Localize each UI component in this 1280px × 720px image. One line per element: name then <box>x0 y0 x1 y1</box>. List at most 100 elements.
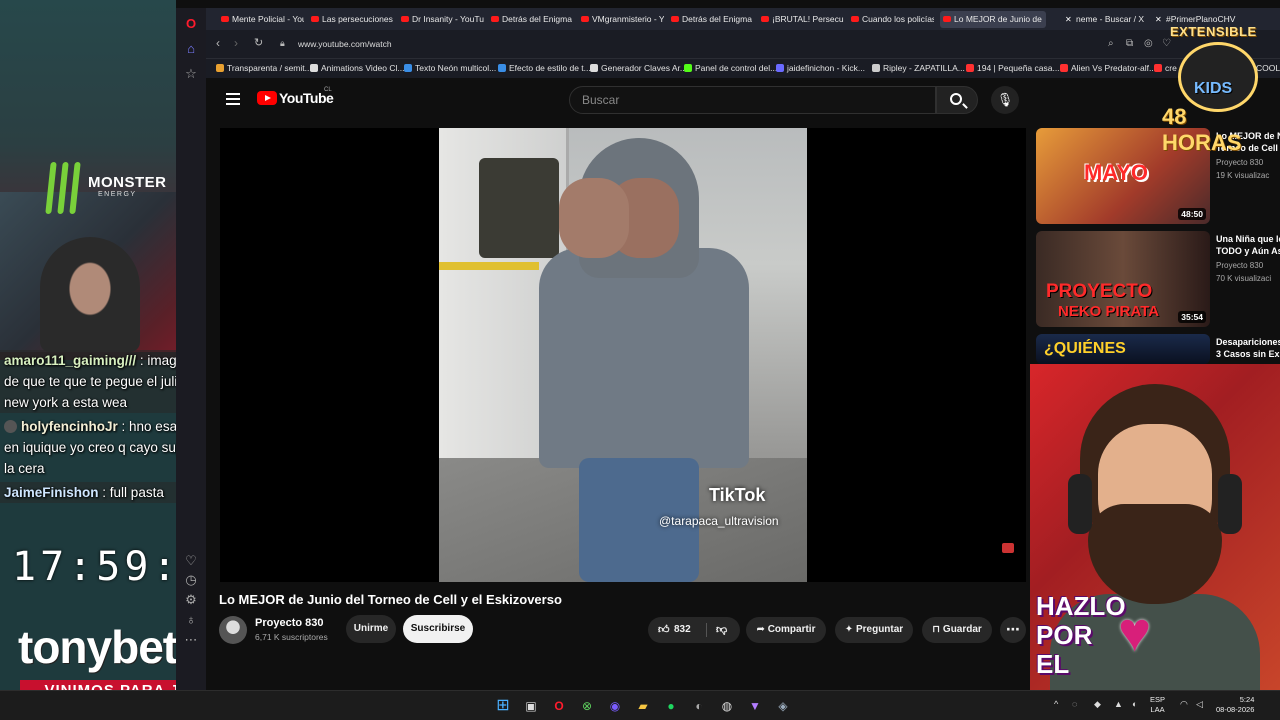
camera-icon[interactable]: ◎ <box>1144 38 1153 49</box>
reload-icon[interactable]: ↻ <box>254 36 263 49</box>
tab[interactable]: Mente Policial - YouT <box>218 11 304 28</box>
forward-icon[interactable]: › <box>234 36 238 50</box>
thumbs-down-icon[interactable]: 👎︎ <box>716 617 727 643</box>
share-page-icon[interactable]: ⧉ <box>1126 38 1133 49</box>
spotify-icon[interactable]: ● <box>662 697 680 715</box>
wifi-icon[interactable]: ◠ <box>1180 699 1188 710</box>
thumbs-up-icon[interactable]: 👍︎ <box>658 617 670 643</box>
twitch-icon[interactable]: ▼ <box>746 697 764 715</box>
more-options-icon[interactable]: ⋯ <box>1000 617 1026 643</box>
system-clock[interactable]: 5:24 08-08-2026 <box>1216 695 1254 715</box>
steam-icon[interactable]: ◈ <box>774 697 792 715</box>
tab[interactable]: Detrás del Enigma - Y <box>488 11 574 28</box>
tray-app-icon[interactable]: ▲ <box>1114 699 1123 709</box>
tray-app-icon[interactable]: ◌ <box>1072 699 1077 709</box>
lang-line: LAA <box>1150 705 1165 714</box>
obs-icon[interactable]: ◐ <box>690 697 708 715</box>
lightbulb-icon[interactable]: ♁ <box>183 612 199 628</box>
tray-app-icon[interactable]: ◐ <box>1132 699 1137 709</box>
recommended-title[interactable]: Una Niña que le TODO y Aún As <box>1216 233 1280 257</box>
tab[interactable]: Cuando los policías s <box>848 11 934 28</box>
bookmark[interactable]: Efecto de estilo de t... <box>498 63 591 73</box>
time-text: 5:24 <box>1239 695 1255 704</box>
recommended-channel[interactable]: Proyecto 830 <box>1216 158 1263 167</box>
tray-app-icon[interactable]: ◆ <box>1094 699 1101 710</box>
clock-icon[interactable]: ◷ <box>183 572 199 588</box>
tab[interactable]: ✕ neme - Buscar / X <box>1062 11 1148 28</box>
bookmark[interactable]: Texto Neón multicol... <box>404 63 496 73</box>
bookmark[interactable]: Transparenta / semit... <box>216 63 312 73</box>
tab[interactable]: Dr Insanity - YouTube <box>398 11 484 28</box>
language-indicator[interactable]: ESP LAA <box>1150 695 1165 715</box>
recommended-video[interactable]: PROYECTO NEKO PIRATA 35:54 Una Niña que … <box>1036 231 1280 327</box>
tab[interactable]: VMgranmisterio - You <box>578 11 664 28</box>
tray-chevron-icon[interactable]: ^ <box>1054 699 1058 709</box>
recommended-channel[interactable]: Proyecto 830 <box>1216 261 1263 270</box>
channel-avatar[interactable] <box>219 616 247 644</box>
youtube-favicon-icon <box>943 16 951 22</box>
xbox-icon[interactable]: ⊗ <box>578 697 596 715</box>
heart-icon[interactable]: ♡ <box>183 553 199 569</box>
recommended-title[interactable]: Desapariciones 3 Casos sin Exp <box>1216 336 1280 360</box>
save-button[interactable]: ⊓ Guardar <box>922 617 992 643</box>
hazlo-text: HAZLO POR EL <box>1036 592 1126 679</box>
youtube-favicon-icon <box>761 16 769 22</box>
subscribe-button[interactable]: Suscribirse <box>403 615 473 643</box>
folder-icon[interactable]: ▰ <box>634 697 652 715</box>
star-icon[interactable]: ☆ <box>183 66 199 82</box>
bookmark-favicon-icon <box>872 64 880 72</box>
app-icon[interactable]: ◍ <box>718 697 736 715</box>
bookmark[interactable]: Animations Video Cl... <box>310 63 404 73</box>
video-player[interactable]: TikTok @tarapaca_ultravision <box>220 128 1026 582</box>
search-input[interactable] <box>582 93 922 107</box>
share-button[interactable]: ➦ Compartir <box>746 617 826 643</box>
channel-name[interactable]: Proyecto 830 <box>255 617 323 629</box>
bookmark[interactable]: Panel de control del... <box>684 63 777 73</box>
task-view-icon[interactable]: ▣ <box>522 697 540 715</box>
video-thumbnail[interactable]: ¿QUIÉNES <box>1036 334 1210 364</box>
x-favicon-icon: ✕ <box>1065 15 1072 24</box>
bookmark[interactable]: 194 | Pequeña casa... <box>966 63 1060 73</box>
back-icon[interactable]: ‹ <box>216 36 220 50</box>
bookmark[interactable]: Ripley - ZAPATILLA... <box>872 63 965 73</box>
channel-watermark-icon[interactable] <box>1002 543 1014 553</box>
tab[interactable]: Las persecuciones po <box>308 11 394 28</box>
bookmark[interactable]: Alien Vs Predator-alf... <box>1060 63 1156 73</box>
hamburger-menu-icon[interactable] <box>226 93 240 105</box>
x-favicon-icon: ✕ <box>1155 15 1162 24</box>
discord-icon[interactable]: ◉ <box>606 697 624 715</box>
video-frame[interactable]: TikTok @tarapaca_ultravision <box>439 128 807 582</box>
ask-label: Preguntar <box>855 624 904 635</box>
volume-icon[interactable]: ◁ <box>1196 699 1203 710</box>
recommended-video[interactable]: ¿QUIÉNES Desapariciones 3 Casos sin Exp <box>1036 334 1280 364</box>
mic-icon[interactable]: 🎙︎ <box>991 86 1019 114</box>
search-icon[interactable]: ⌕ <box>1108 38 1114 49</box>
video-thumbnail[interactable]: PROYECTO NEKO PIRATA 35:54 <box>1036 231 1210 327</box>
youtube-logo-icon[interactable] <box>257 91 277 105</box>
bookmark[interactable]: Generador Claves Ar... <box>590 63 687 73</box>
opera-icon[interactable]: O <box>550 697 568 715</box>
home-icon[interactable]: ⌂ <box>183 41 199 57</box>
tiktok-watermark: TikTok <box>709 485 766 505</box>
bookmark[interactable]: jaidefinichon - Kick... <box>776 63 865 73</box>
opera-logo-icon[interactable]: O <box>183 16 199 32</box>
tab[interactable]: ¡BRUTAL! Persecucion <box>758 11 844 28</box>
like-count[interactable]: 832 <box>674 617 691 643</box>
join-button[interactable]: Unirme <box>346 615 396 643</box>
tab-active[interactable]: Lo MEJOR de Junio de <box>940 11 1046 28</box>
url-field[interactable]: www.youtube.com/watch <box>298 39 392 49</box>
hazlo-line: EL <box>1036 649 1070 679</box>
bookmark-icon: ⊓ <box>932 624 943 635</box>
more-icon[interactable]: ⋯ <box>183 632 199 648</box>
monster-brand: MONSTER <box>88 174 167 191</box>
search-button[interactable] <box>936 86 978 114</box>
tab[interactable]: Detrás del Enigma - Y <box>668 11 754 28</box>
kids-word: KIDS <box>1194 80 1233 97</box>
windows-start-icon[interactable]: ⊞ <box>494 697 512 715</box>
ask-button[interactable]: ✦ Preguntar <box>835 617 913 643</box>
youtube-favicon-icon <box>671 16 679 22</box>
monster-claw-icon <box>69 162 81 214</box>
settings-icon[interactable]: ⚙ <box>183 592 199 608</box>
video-title: Lo MEJOR de Junio del Torneo de Cell y e… <box>219 592 562 607</box>
tab-label: Cuando los policías s <box>862 14 934 24</box>
